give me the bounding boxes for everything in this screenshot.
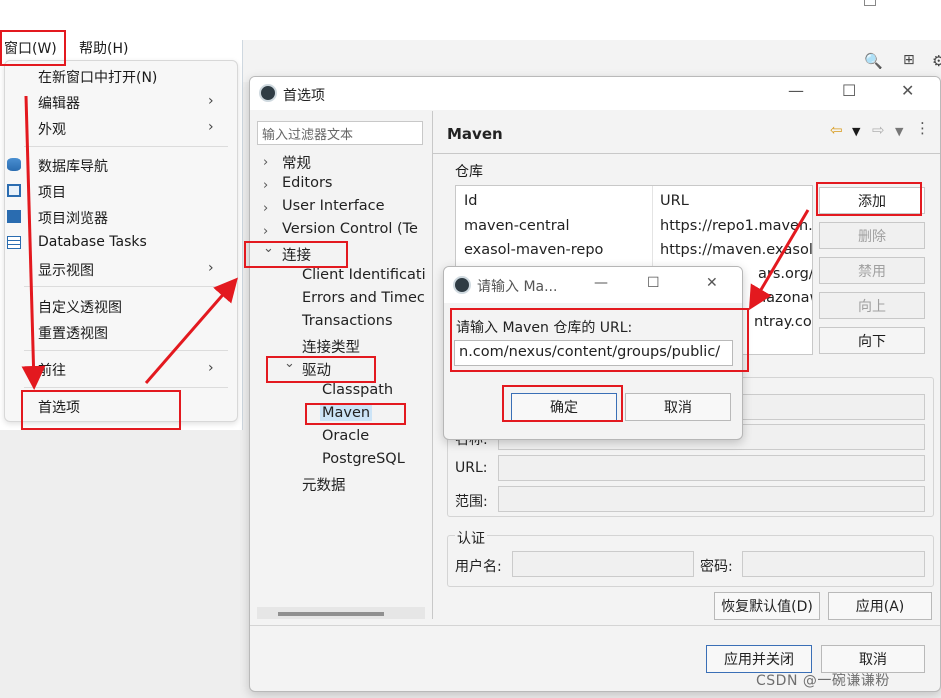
arrow-to-url-input bbox=[748, 209, 810, 311]
watermark: CSDN @一碗谦谦粉 bbox=[756, 673, 890, 689]
arrow-to-preferences bbox=[21, 95, 46, 390]
arrow-to-connections bbox=[144, 277, 238, 384]
annotation-arrows bbox=[21, 95, 810, 390]
